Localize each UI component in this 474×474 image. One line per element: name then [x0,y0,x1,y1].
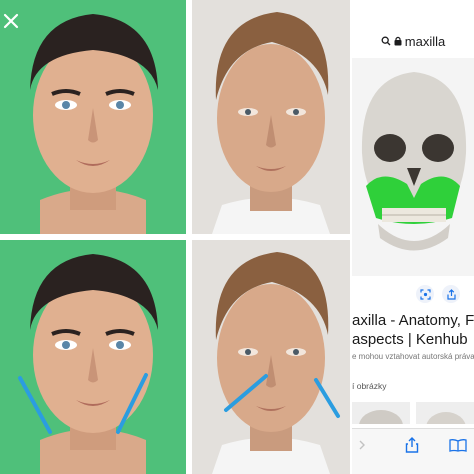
related-image[interactable] [352,402,410,424]
result-title-line-1: axilla - Anatomy, Functio [352,312,474,329]
result-title[interactable]: axilla - Anatomy, Functio aspects | Kenh… [352,311,474,349]
related-image[interactable] [416,402,474,424]
copyright-note: e mohou vztahovat autorská práva. Da [352,352,474,361]
address-bar[interactable]: maxilla [352,30,474,52]
address-text: maxilla [404,33,446,49]
comparison-collage: maxilla axilla - Anatomy, F aspects | Ke… [0,0,474,474]
result-title-line-2: aspects | Kenhub [352,331,468,348]
browser-toolbar [352,428,474,474]
search-icon [381,36,391,46]
result-actions [352,285,474,303]
related-images-heading: í obrázky [352,381,387,391]
photo-bottom-left [0,240,186,474]
share-icon[interactable] [402,435,422,455]
lens-icon[interactable] [416,285,434,303]
bookmark-icon[interactable] [448,435,468,455]
close-icon[interactable] [2,12,20,30]
related-images [352,402,474,424]
skull-image[interactable] [352,58,474,276]
lock-icon [394,36,402,46]
photo-bottom-right [192,240,350,474]
share-icon[interactable] [442,285,460,303]
chevron-right-icon[interactable] [352,435,372,455]
photo-top-right [192,0,350,234]
browser-screenshot: maxilla axilla - Anatomy, F aspects | Ke… [352,0,474,474]
photo-top-left [0,0,186,234]
